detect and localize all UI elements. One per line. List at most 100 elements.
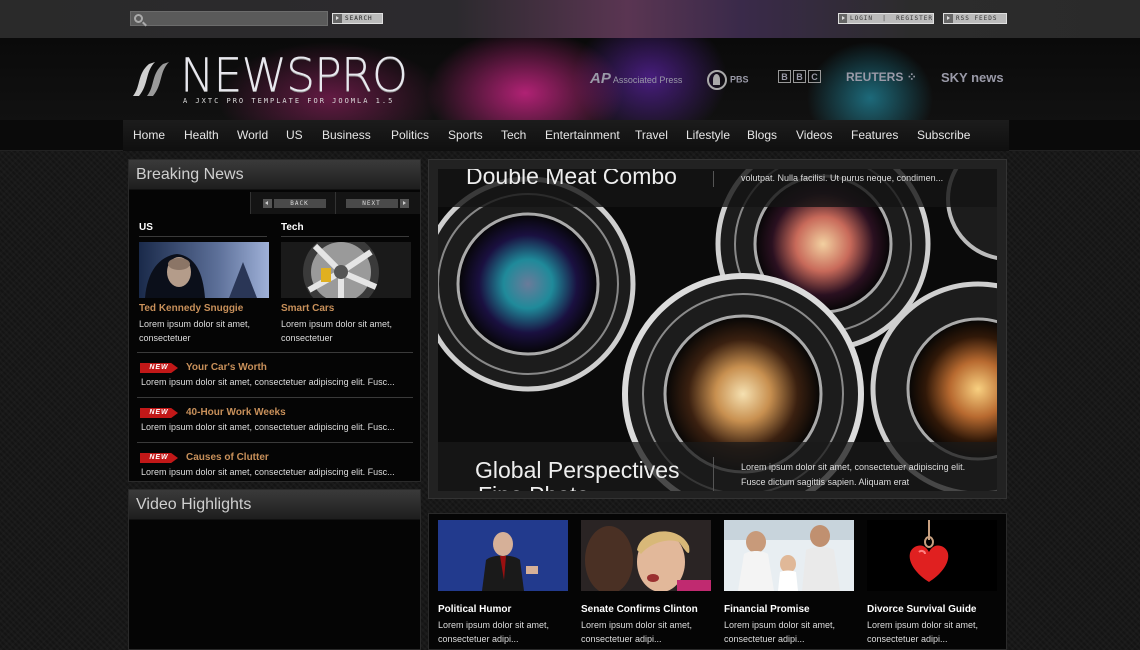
- slide-caption-bottom: Global Perspectives Fine Photo... Lorem …: [438, 442, 997, 491]
- slide-title-bottom[interactable]: Global Perspectives: [475, 457, 680, 484]
- category-label-us[interactable]: US: [139, 222, 153, 233]
- list-item-headline[interactable]: 40-Hour Work Weeks: [186, 407, 286, 418]
- slide-title-top[interactable]: Double Meat Combo: [466, 169, 677, 190]
- featured-summary: Lorem ipsum dolor sit amet, consectetuer: [139, 319, 251, 343]
- strip-item[interactable]: Financial Promise Lorem ipsum dolor sit …: [724, 520, 854, 646]
- strip-item-summary: Lorem ipsum dolor sit amet, consectetuer…: [438, 620, 550, 644]
- arrow-right-icon: [839, 14, 847, 23]
- strip-item[interactable]: Divorce Survival Guide Lorem ipsum dolor…: [867, 520, 997, 646]
- divider: [139, 236, 267, 237]
- reuters-text: REUTERS: [846, 70, 904, 84]
- senate-confirms-clinton-image[interactable]: [581, 520, 711, 594]
- rss-feeds-link[interactable]: RSS FEEDS: [943, 13, 1007, 24]
- breaking-news-title: Breaking News: [129, 160, 420, 190]
- pbs-text: PBS: [730, 74, 749, 85]
- ted-kennedy-thumbnail[interactable]: [139, 242, 269, 298]
- slide-desc-top: volutpat. Nulla facilisi. Ut purus neque…: [741, 173, 944, 183]
- back-label: BACK: [273, 198, 326, 208]
- nav-item-tech[interactable]: Tech: [501, 128, 526, 142]
- arrow-right-icon: [399, 198, 409, 208]
- main-navigation: Home Health World US Business Politics S…: [0, 120, 1140, 151]
- nav-item-subscribe[interactable]: Subscribe: [917, 128, 970, 142]
- nav-item-sports[interactable]: Sports: [448, 128, 483, 142]
- top-bar: SEARCH LOGIN | REGISTER RSS FEEDS: [0, 0, 1140, 38]
- video-highlights-title: Video Highlights: [129, 490, 420, 520]
- strip-item-summary: Lorem ipsum dolor sit amet, consectetuer…: [867, 620, 979, 644]
- reuters-logo: REUTERS ⁘: [846, 70, 917, 84]
- search-icon: [134, 14, 143, 23]
- list-item[interactable]: NEW Causes of Clutter Lorem ipsum dolor …: [137, 442, 413, 482]
- rss-feeds-label: RSS FEEDS: [956, 15, 998, 22]
- divorce-survival-guide-image[interactable]: [867, 520, 997, 591]
- nav-item-features[interactable]: Features: [851, 128, 898, 142]
- search-button[interactable]: SEARCH: [332, 13, 383, 24]
- featured-summary: Lorem ipsum dolor sit amet, consectetuer: [281, 319, 393, 343]
- nav-item-health[interactable]: Health: [184, 128, 219, 142]
- associated-press-logo: AP Associated Press: [590, 70, 682, 87]
- nav-item-lifestyle[interactable]: Lifestyle: [686, 128, 730, 142]
- bbc-letter: B: [793, 70, 806, 83]
- nav-item-business[interactable]: Business: [322, 128, 371, 142]
- political-humor-image[interactable]: [438, 520, 568, 591]
- divider: [713, 171, 714, 187]
- new-badge: NEW: [140, 363, 178, 373]
- nav-item-us[interactable]: US: [286, 128, 303, 142]
- breaking-news-panel: Breaking News BACK NEXT US Ted Kennedy S…: [128, 159, 421, 482]
- list-item-headline[interactable]: Causes of Clutter: [186, 452, 269, 463]
- strip-item-title[interactable]: Senate Confirms Clinton: [581, 604, 711, 615]
- pbs-logo: PBS: [707, 70, 749, 90]
- list-item[interactable]: NEW Your Car's Worth Lorem ipsum dolor s…: [137, 352, 413, 397]
- divider: [713, 457, 714, 491]
- nav-item-videos[interactable]: Videos: [796, 128, 832, 142]
- divider: [281, 236, 409, 237]
- breaking-news-pager: BACK NEXT: [250, 192, 420, 214]
- nav-item-travel[interactable]: Travel: [635, 128, 668, 142]
- arrow-right-icon: [944, 14, 953, 23]
- site-header: NEWSPRO A JXTC PRO TEMPLATE FOR JOOMLA 1…: [0, 38, 1140, 120]
- bbc-logo: B B C: [778, 70, 821, 83]
- category-label-tech[interactable]: Tech: [281, 222, 304, 233]
- nav-item-world[interactable]: World: [237, 128, 268, 142]
- strip-item-title[interactable]: Financial Promise: [724, 604, 854, 615]
- nav-item-home[interactable]: Home: [133, 128, 165, 142]
- list-item-summary: Lorem ipsum dolor sit amet, consectetuer…: [141, 377, 395, 387]
- login-register-link[interactable]: LOGIN | REGISTER: [838, 13, 934, 24]
- next-button[interactable]: NEXT: [335, 192, 420, 214]
- slide-desc-bottom: Lorem ipsum dolor sit amet, consectetuer…: [741, 462, 966, 487]
- login-register-label: LOGIN | REGISTER: [849, 15, 933, 22]
- nav-item-politics[interactable]: Politics: [391, 128, 429, 142]
- strip-item[interactable]: Political Humor Lorem ipsum dolor sit am…: [438, 520, 568, 646]
- back-button[interactable]: BACK: [250, 192, 335, 214]
- list-item-headline[interactable]: Your Car's Worth: [186, 362, 267, 373]
- search-button-label: SEARCH: [345, 15, 373, 22]
- list-item-summary: Lorem ipsum dolor sit amet, consectetuer…: [141, 422, 395, 432]
- strip-item[interactable]: Senate Confirms Clinton Lorem ipsum dolo…: [581, 520, 711, 646]
- featured-headline[interactable]: Smart Cars: [281, 303, 334, 314]
- slide-title-bottom-line2[interactable]: Fine Photo...: [478, 482, 608, 491]
- list-item-summary: Lorem ipsum dolor sit amet, consectetuer…: [141, 467, 395, 477]
- featured-headline[interactable]: Ted Kennedy Snuggie: [139, 303, 243, 314]
- site-logo-text[interactable]: NEWSPRO: [180, 48, 408, 102]
- new-badge: NEW: [140, 408, 178, 418]
- nav-item-blogs[interactable]: Blogs: [747, 128, 777, 142]
- pbs-head-icon: [707, 70, 727, 90]
- arrow-left-icon: [262, 198, 272, 208]
- sky-news-logo: SKY news: [941, 70, 1004, 85]
- search-input[interactable]: [130, 11, 328, 26]
- newspro-logo-icon[interactable]: [127, 56, 175, 102]
- slide-caption-top: Double Meat Combo volutpat. Nulla facili…: [438, 169, 997, 207]
- strip-item-summary: Lorem ipsum dolor sit amet, consectetuer…: [724, 620, 836, 644]
- video-highlights-panel: Video Highlights: [128, 489, 421, 650]
- slide-image-area[interactable]: Double Meat Combo volutpat. Nulla facili…: [438, 169, 997, 491]
- nav-item-entertainment[interactable]: Entertainment: [545, 128, 620, 142]
- list-item[interactable]: NEW 40-Hour Work Weeks Lorem ipsum dolor…: [137, 397, 413, 442]
- financial-promise-image[interactable]: [724, 520, 854, 591]
- featured-strip: Political Humor Lorem ipsum dolor sit am…: [428, 513, 1007, 650]
- smart-cars-thumbnail[interactable]: [281, 242, 411, 298]
- sky-news-text: SKY news: [941, 70, 1004, 85]
- site-tagline: A JXTC PRO TEMPLATE FOR JOOMLA 1.5: [183, 97, 395, 105]
- new-badge: NEW: [140, 453, 178, 463]
- strip-item-title[interactable]: Divorce Survival Guide: [867, 604, 997, 615]
- strip-item-title[interactable]: Political Humor: [438, 604, 568, 615]
- arrow-right-icon: [333, 14, 342, 23]
